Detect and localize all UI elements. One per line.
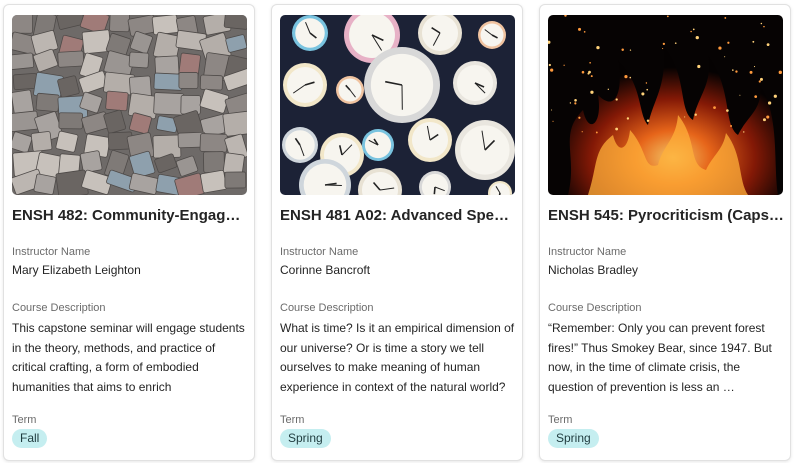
- course-card-grid: ENSH 482: Community-Engaged Critical Cra…: [0, 0, 795, 463]
- course-description: “Remember: Only you can prevent forest f…: [548, 321, 772, 394]
- course-image-clocks: [280, 15, 515, 195]
- instructor-label: Instructor Name: [12, 246, 91, 258]
- term-badge: Spring: [548, 429, 599, 448]
- description-label: Course Description: [12, 302, 106, 314]
- term-badge: Spring: [280, 429, 331, 448]
- course-description: This capstone seminar will engage studen…: [12, 321, 245, 394]
- instructor-name: Nicholas Bradley: [548, 263, 639, 277]
- instructor-label: Instructor Name: [548, 246, 627, 258]
- course-card[interactable]: ENSH 545: Pyrocriticism (Capstone) Instr…: [539, 4, 791, 461]
- term-label: Term: [548, 414, 573, 426]
- description-label: Course Description: [280, 302, 374, 314]
- instructor-name: Corinne Bancroft: [280, 263, 371, 277]
- course-title[interactable]: ENSH 482: Community-Engaged Critical Cra…: [12, 207, 248, 224]
- course-title[interactable]: ENSH 545: Pyrocriticism (Capstone): [548, 207, 784, 224]
- course-card[interactable]: ENSH 481 A02: Advanced Special Topics In…: [271, 4, 523, 461]
- term-label: Term: [12, 414, 37, 426]
- course-image-letterpress: [12, 15, 247, 195]
- instructor-label: Instructor Name: [280, 246, 359, 258]
- term-label: Term: [280, 414, 305, 426]
- term-badge: Fall: [12, 429, 48, 448]
- course-card[interactable]: ENSH 482: Community-Engaged Critical Cra…: [3, 4, 255, 461]
- instructor-name: Mary Elizabeth Leighton: [12, 263, 141, 277]
- course-image-fire: [548, 15, 783, 195]
- description-label: Course Description: [548, 302, 642, 314]
- course-title[interactable]: ENSH 481 A02: Advanced Special Topics: [280, 207, 516, 224]
- course-description: What is time? Is it an empirical dimensi…: [280, 321, 515, 394]
